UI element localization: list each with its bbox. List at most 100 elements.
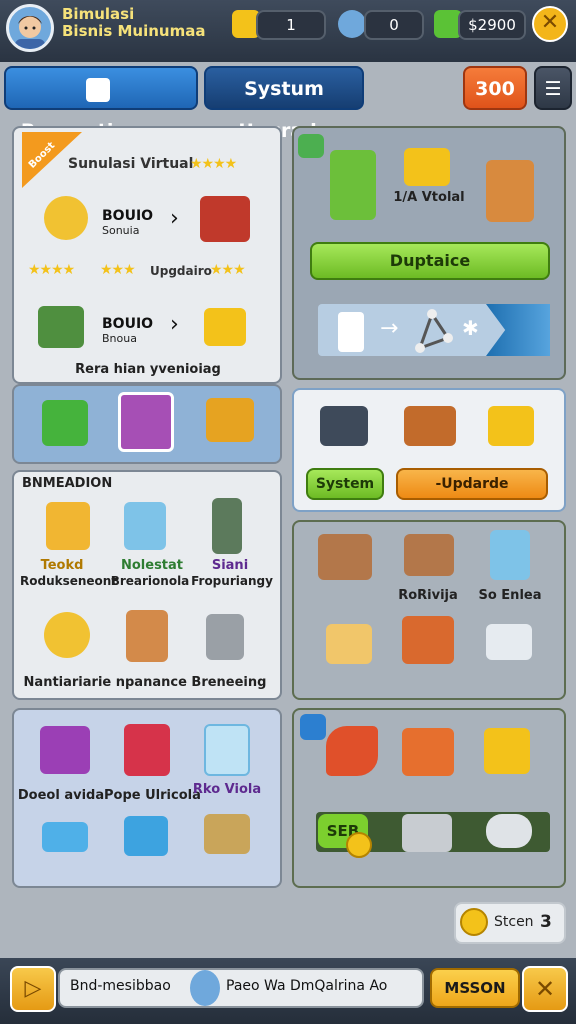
tag-icon [86,77,110,102]
panel-f-label-2: So Enlea [478,588,542,603]
system-button-label: System [315,476,375,492]
shop-item-3-label: Rko Viola [192,782,262,797]
arrow-right-icon-2: › [170,312,179,337]
stars-right-icon: ★★★ [210,262,246,278]
pipe-icon[interactable] [486,814,532,848]
coin-key-icon[interactable] [44,612,90,658]
panel-a-caption: Rera hian yvenioiag [75,362,221,377]
arrow-right-icon-3: → [380,316,399,341]
open-box-icon[interactable] [326,624,372,664]
glass-panel-icon[interactable] [490,530,530,580]
search-badge-icon[interactable] [298,134,324,158]
shield-check-icon[interactable] [124,816,168,856]
fruit-cart-icon[interactable] [402,616,454,664]
ticker-text-2: Paeo Wa DmQalrina Ao [226,978,388,994]
row1-sub: Sonuia [102,224,140,237]
duplicate-button-label: Duptaice [389,251,471,270]
ice-block-icon[interactable] [204,724,250,776]
mission-button-label: MSSON [444,979,506,997]
factory-icon[interactable] [200,196,250,242]
gold-bar-icon[interactable] [204,308,246,346]
system-button[interactable]: System [306,468,384,500]
play-left-icon: ▷ [24,976,42,1001]
server-box-icon[interactable] [320,406,368,446]
item2-top: Nolestat [120,558,184,573]
plant-pot-icon[interactable] [486,160,534,222]
plant-cart-icon[interactable] [404,534,454,576]
transfer-icon[interactable] [42,822,88,852]
panel-c-heading: BNMEADION [22,476,113,491]
arrow-right-icon: › [170,206,179,231]
staff-counter: 0 [364,10,424,40]
tools-icon: ✕ [534,975,556,1003]
panel-c-footer: Nantiariarie npanance Breneeing [23,675,267,690]
money-bag-icon[interactable] [40,726,90,774]
shelf-icon[interactable] [486,624,532,660]
crate-stack-icon[interactable] [204,814,250,854]
row1-title: BOUIO [102,208,154,224]
rating-stars-icon: ★★★★ [190,156,237,172]
avatar-face-icon [15,16,45,49]
crate-icon[interactable] [46,502,90,550]
rocket-icon[interactable] [326,726,378,776]
glass-box-icon[interactable] [124,502,166,550]
stars-mid-icon: ★★★ [100,262,136,278]
close-button[interactable]: ✕ [532,6,568,42]
player-avatar[interactable] [6,4,54,52]
item2-bottom: Brearionola [110,574,190,588]
cash-register-icon[interactable] [38,306,84,348]
shopping-cart-icon[interactable] [404,148,450,186]
shop-item-1-label: Doeol avida [17,788,105,803]
counter-value: 3 [540,912,552,932]
item1-bottom: Rodukseneont [20,574,118,588]
cage-cart-icon[interactable] [402,814,452,852]
building-block-icon[interactable] [126,610,168,662]
row2-sub: Bnoua [102,332,137,345]
tag-badge-icon[interactable] [300,714,326,740]
lock-card-icon[interactable] [484,728,530,774]
box-on-stand-icon[interactable] [330,150,376,220]
gold-coin-icon [346,832,372,858]
game-title-line2: Bisnis Muinumaa [62,22,206,40]
mission-button[interactable]: MSSON [430,968,520,1008]
item3-bottom: Fropuriangy [191,574,273,588]
back-button[interactable]: ▷ [10,966,56,1012]
shop-item-2-label: Pope Ulricola [104,788,201,803]
upgrade-stars-label: Upgdairo [150,264,212,278]
trash-bin-icon[interactable] [206,614,244,660]
key-icon[interactable] [44,196,88,240]
cart-coin-icon[interactable] [318,534,372,580]
tools-button[interactable]: ✕ [522,966,568,1012]
upgrade-button-label: -Updarde [435,476,509,492]
gift-box-icon[interactable] [124,724,170,776]
product-card-icon[interactable] [118,392,174,452]
tab-business[interactable]: Bounertirranss [4,66,198,142]
store-icon[interactable] [402,728,454,776]
item1-top: Teokd [40,558,84,573]
staff-avatar-icon [338,10,366,38]
coin-badge-value: 300 [475,78,515,100]
treasure-box-icon[interactable] [488,406,534,446]
cross-icon: ✱ [462,316,479,340]
network-nodes-icon [412,306,454,356]
duplicate-button[interactable]: Duptaice [310,242,550,280]
coin-icon [460,908,488,936]
menu-button[interactable]: ☰ [534,66,572,110]
coin-badge[interactable]: 300 [463,66,527,110]
close-icon: ✕ [540,10,560,35]
panel-f-label-1: RoRivija [398,588,458,603]
ticker-text-1: Bnd-mesibbao [70,978,171,994]
money-counter: $2900 [458,10,526,40]
tab-system-upgrade[interactable]: Systum Upgrade [204,66,364,142]
upgrade-button[interactable]: -Updarde [396,468,548,500]
manager-avatar-icon [190,970,220,1006]
row2-title: BOUIO [102,316,154,332]
sign-icon[interactable] [206,398,254,442]
battery-icon[interactable] [212,498,242,554]
cash-counter: 1 [256,10,326,40]
menu-icon: ☰ [544,78,562,100]
search-card-icon[interactable] [42,400,88,446]
cart-icon[interactable] [404,406,456,446]
cup-icon [338,312,364,352]
panel-a-header: Sunulasi Virtual [68,156,194,172]
